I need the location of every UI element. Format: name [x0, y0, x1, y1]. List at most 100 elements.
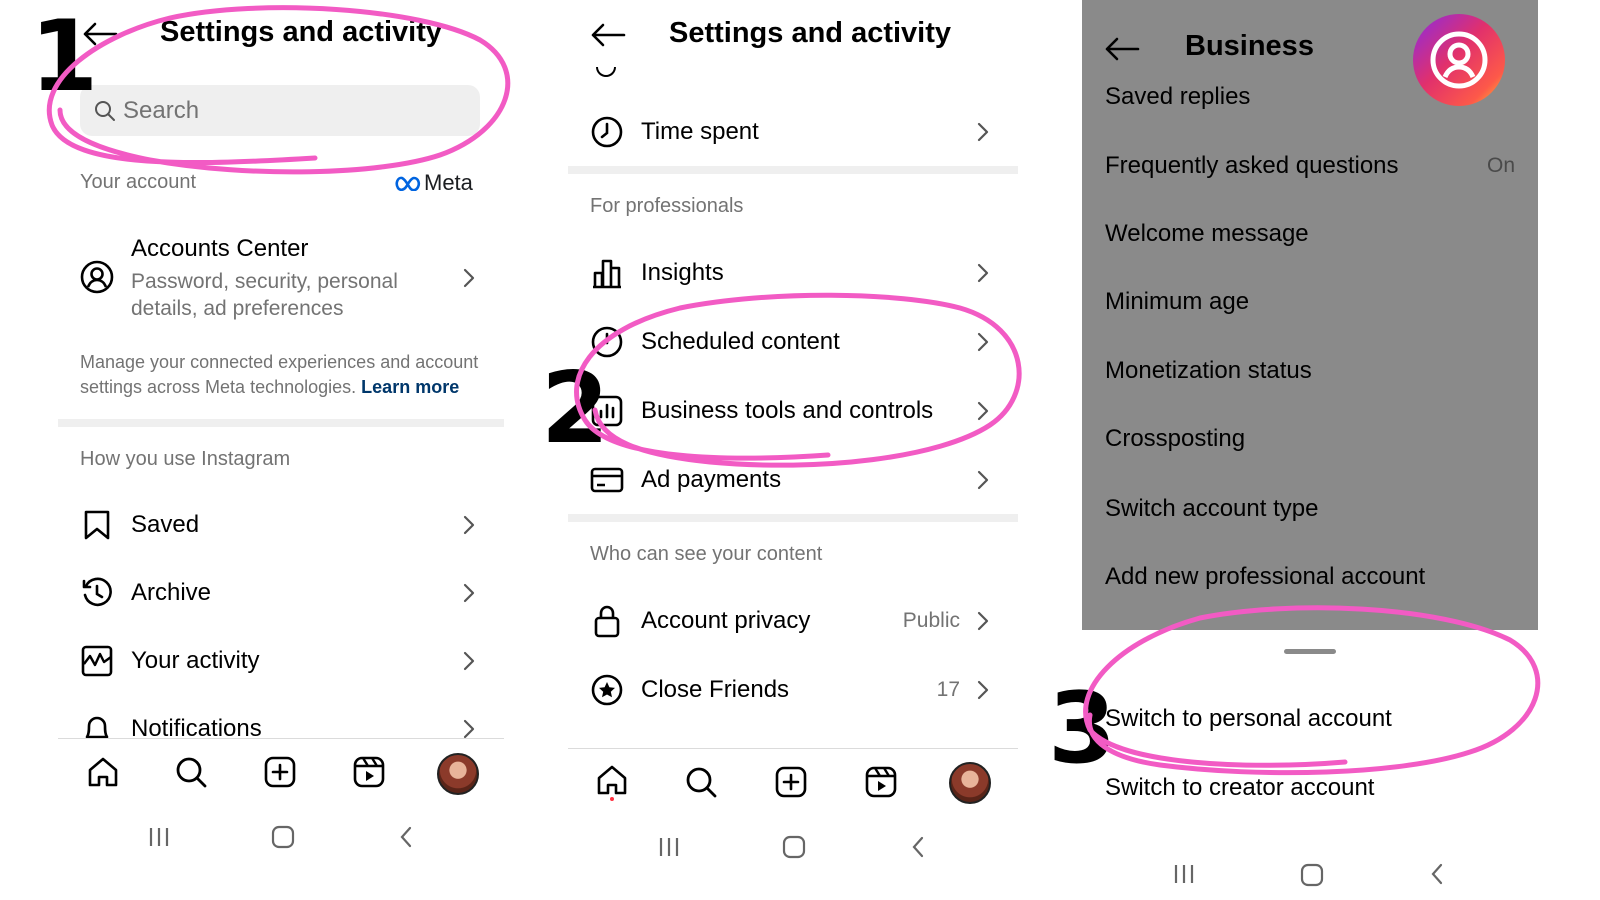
reels-icon[interactable]	[862, 763, 900, 801]
menu-item-label: Scheduled content	[641, 328, 840, 355]
home-icon[interactable]	[84, 753, 122, 791]
bottom-nav	[568, 748, 1018, 810]
home-button-icon[interactable]	[779, 832, 809, 862]
menu-item-account-privacy[interactable]: Account privacy Public	[568, 593, 1018, 649]
chevron-right-icon	[463, 583, 475, 603]
section-divider	[568, 514, 1018, 522]
menu-item-business-tools[interactable]: Business tools and controls	[568, 383, 1018, 439]
back-arrow-icon[interactable]	[590, 23, 626, 47]
chevron-right-icon	[977, 611, 989, 631]
bookmark-icon	[84, 510, 110, 540]
step-number-1: 1	[30, 0, 99, 114]
system-back-icon[interactable]	[392, 822, 422, 852]
menu-item-saved[interactable]: Saved	[58, 497, 504, 553]
settings-panel-1: Settings and activity Search Your accoun…	[58, 0, 504, 900]
menu-item-welcome-message[interactable]: Welcome message	[1105, 220, 1309, 248]
menu-item-label: Time spent	[641, 118, 759, 145]
how-you-use-label: How you use Instagram	[80, 448, 291, 470]
menu-item-label: Business tools and controls	[641, 397, 934, 424]
menu-item-crossposting[interactable]: Crossposting	[1105, 425, 1245, 453]
recent-apps-icon[interactable]	[144, 822, 174, 852]
settings-panel-2: Settings and activity Time spent For pro…	[568, 0, 1018, 900]
home-button-icon[interactable]	[1299, 862, 1325, 893]
page-title: Settings and activity	[160, 16, 443, 48]
account-type-sheet: Switch to personal account Switch to cre…	[1082, 630, 1538, 900]
chevron-right-icon	[463, 651, 475, 671]
chevron-right-icon	[463, 515, 475, 535]
create-post-icon[interactable]	[772, 763, 810, 801]
system-back-icon[interactable]	[1426, 862, 1450, 891]
for-professionals-label: For professionals	[590, 195, 744, 217]
menu-item-archive[interactable]: Archive	[58, 565, 504, 621]
menu-item-faq[interactable]: Frequently asked questions	[1105, 152, 1399, 180]
search-placeholder: Search	[123, 97, 200, 124]
menu-item-ad-payments[interactable]: Ad payments	[568, 452, 1018, 508]
home-button-icon[interactable]	[268, 822, 298, 852]
menu-item-saved-replies[interactable]: Saved replies	[1105, 83, 1250, 111]
menu-item-minimum-age[interactable]: Minimum age	[1105, 288, 1249, 316]
accounts-center-subtitle-1: Password, security, personal	[131, 270, 398, 293]
close-friends-count: 17	[936, 678, 960, 701]
search-input[interactable]: Search	[80, 85, 480, 136]
faq-value: On	[1486, 154, 1515, 177]
manage-text-line-2: settings across Meta technologies.	[80, 377, 357, 397]
recent-apps-icon[interactable]	[654, 832, 684, 862]
system-nav-bar	[58, 808, 504, 868]
menu-item-label: Ad payments	[641, 466, 782, 493]
menu-item-close-friends[interactable]: Close Friends 17	[568, 662, 1018, 718]
create-post-icon[interactable]	[261, 753, 299, 791]
chevron-right-icon	[463, 268, 475, 288]
your-account-label: Your account	[80, 171, 197, 193]
home-icon[interactable]	[593, 763, 631, 801]
chevron-right-icon	[977, 263, 989, 283]
meta-infinity-icon	[395, 176, 421, 191]
menu-item-add-professional-account[interactable]: Add new professional account	[1105, 563, 1425, 591]
switch-to-personal-option[interactable]: Switch to personal account	[1105, 705, 1392, 733]
menu-item-label: Close Friends	[641, 676, 790, 703]
menu-item-insights[interactable]: Insights	[568, 245, 1018, 301]
step-number-2: 2	[541, 352, 610, 466]
profile-avatar[interactable]	[949, 762, 991, 804]
page-title: Settings and activity	[669, 17, 952, 49]
menu-item-time-spent[interactable]: Time spent	[568, 104, 1018, 160]
menu-item-label: Archive	[131, 579, 212, 606]
credit-card-icon	[590, 467, 624, 493]
meta-logo: Meta	[395, 170, 473, 196]
accounts-center-title: Accounts Center	[131, 235, 309, 262]
system-back-icon[interactable]	[904, 832, 934, 862]
chevron-right-icon	[977, 680, 989, 700]
chevron-right-icon	[977, 332, 989, 352]
menu-item-label: Your activity	[131, 647, 260, 674]
search-icon[interactable]	[682, 763, 720, 801]
section-divider	[58, 419, 504, 427]
accounts-center-item[interactable]: Accounts Center Password, security, pers…	[58, 230, 504, 326]
lock-icon	[594, 605, 620, 638]
learn-more-link[interactable]: Learn more	[361, 377, 459, 397]
archive-icon	[82, 577, 112, 607]
sheet-drag-handle[interactable]	[1284, 649, 1336, 654]
manage-text-line-1: Manage your connected experiences and ac…	[80, 352, 479, 372]
switch-to-creator-option[interactable]: Switch to creator account	[1105, 774, 1374, 802]
reels-icon[interactable]	[350, 753, 388, 791]
menu-item-switch-account-type[interactable]: Switch account type	[1105, 495, 1318, 523]
clock-icon	[591, 116, 623, 148]
menu-item-label: Saved	[131, 511, 200, 538]
accounts-center-subtitle-2: details, ad preferences	[131, 297, 344, 320]
menu-item-scheduled-content[interactable]: Scheduled content	[568, 314, 1018, 370]
chevron-right-icon	[977, 470, 989, 490]
profile-avatar[interactable]	[437, 753, 479, 795]
menu-item-label: Insights	[641, 259, 724, 286]
system-nav-bar	[568, 818, 1018, 878]
menu-item-monetization-status[interactable]: Monetization status	[1105, 357, 1312, 385]
chevron-right-icon	[463, 719, 475, 739]
search-icon[interactable]	[172, 753, 210, 791]
menu-item-label: Account privacy	[641, 607, 811, 634]
manage-text: Manage your connected experiences and ac…	[80, 350, 478, 400]
meta-logo-text: Meta	[424, 170, 473, 195]
star-circle-icon	[591, 674, 623, 706]
privacy-value: Public	[902, 609, 960, 632]
menu-item-your-activity[interactable]: Your activity	[58, 633, 504, 689]
recent-apps-icon[interactable]	[1172, 862, 1196, 891]
back-arrow-icon[interactable]	[1104, 37, 1140, 61]
section-divider	[568, 166, 1018, 174]
